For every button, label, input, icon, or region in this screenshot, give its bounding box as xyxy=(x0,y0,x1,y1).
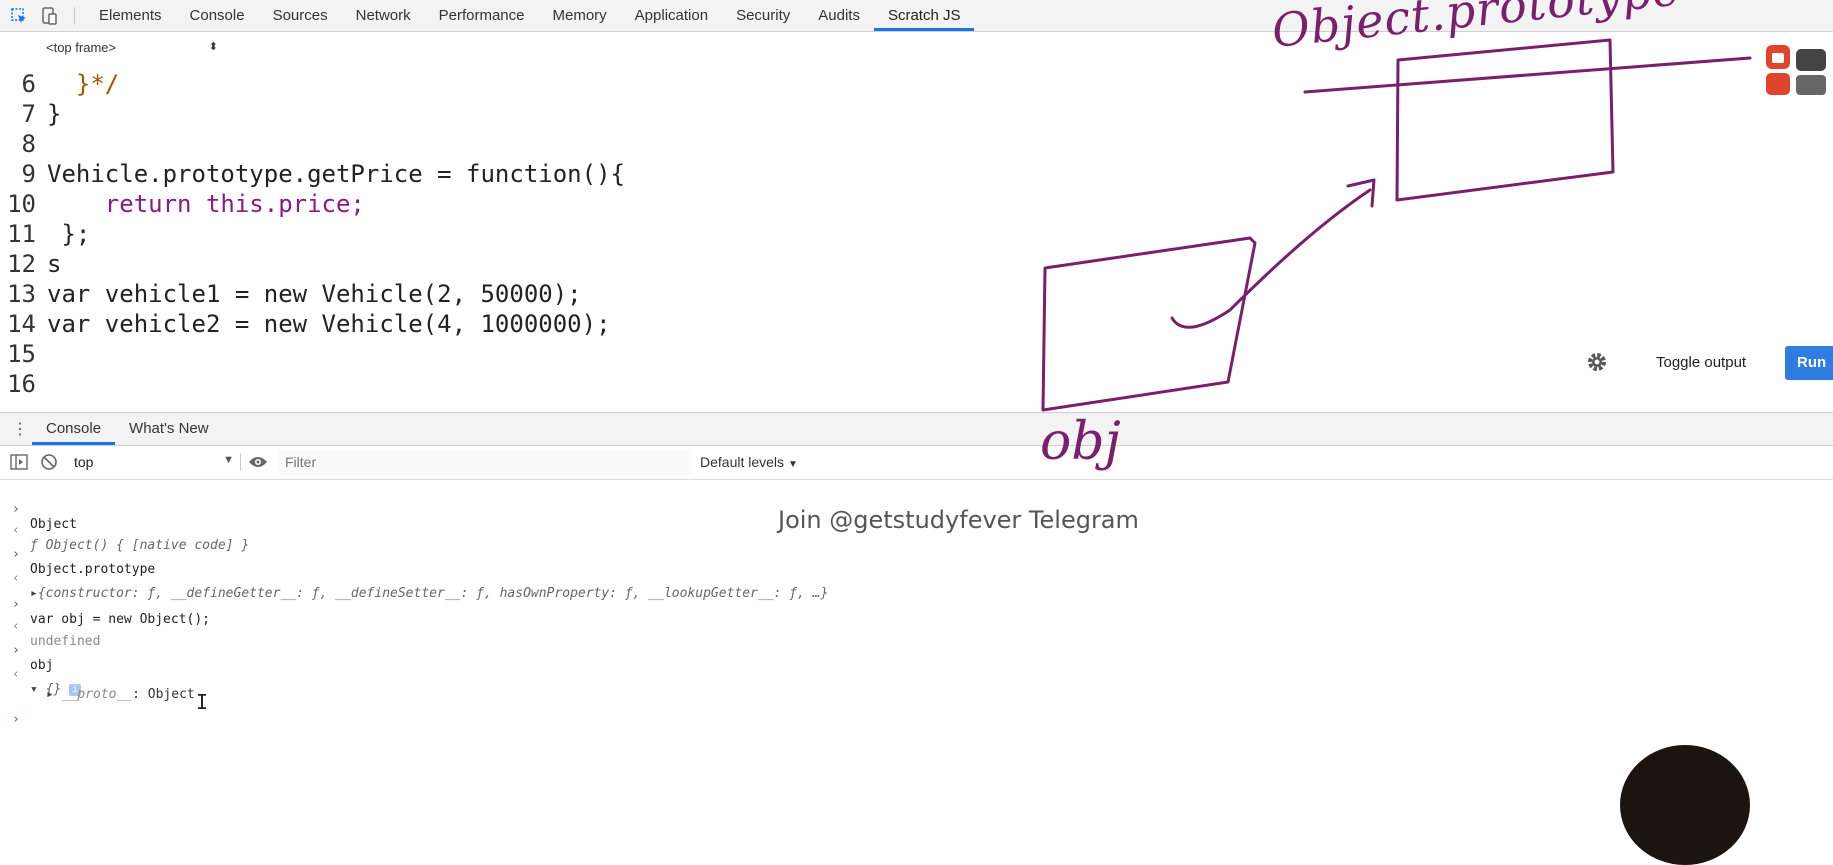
collapse-triangle-icon[interactable]: ▾ xyxy=(30,682,38,697)
frame-selector-value: <top frame> xyxy=(46,40,117,55)
tab-sources[interactable]: Sources xyxy=(259,0,342,31)
link-arrow xyxy=(1170,188,1372,329)
code-text: var vehicle2 = new Vehicle(4, 1000000); xyxy=(47,310,611,338)
gear-icon[interactable] xyxy=(1585,350,1611,376)
frame-selector[interactable]: <top frame> ⬍ xyxy=(46,40,218,55)
link-arrowhead xyxy=(1346,178,1376,208)
console-prompt-line[interactable]: › xyxy=(0,697,20,742)
presenter-avatar xyxy=(1620,745,1750,865)
code-line: 6 }*/ xyxy=(0,70,120,100)
console-input-text: Object.prototype xyxy=(30,562,156,577)
tab-memory[interactable]: Memory xyxy=(539,0,621,31)
code-line: 10 return this.price; xyxy=(0,190,365,220)
toolbar-divider xyxy=(240,453,241,471)
code-line: 11 }; xyxy=(0,220,90,250)
run-button[interactable]: Run xyxy=(1785,346,1833,380)
code-text: var vehicle1 = new Vehicle(2, 50000); xyxy=(47,280,582,308)
console-input-text: Object xyxy=(30,517,77,532)
code-line: 14 var vehicle2 = new Vehicle(4, 1000000)… xyxy=(0,310,611,340)
context-selector[interactable]: top ▼ xyxy=(74,454,234,470)
code-line: 13 var vehicle1 = new Vehicle(2, 50000); xyxy=(0,280,582,310)
prototype-box xyxy=(1395,38,1615,202)
line-number: 13 xyxy=(7,280,36,308)
expand-triangle-icon[interactable]: ▸ xyxy=(30,586,38,601)
code-line: 8 xyxy=(0,130,47,160)
code-line: 15 xyxy=(0,340,47,370)
tab-performance[interactable]: Performance xyxy=(425,0,539,31)
device-toolbar-icon[interactable] xyxy=(38,5,60,27)
prototype-underline xyxy=(1303,56,1752,94)
console-toolbar: top ▼ Default levels ▼ xyxy=(0,445,1833,480)
dropdown-arrow-icon: ▼ xyxy=(223,454,234,466)
log-levels-label: Default levels xyxy=(700,454,785,470)
line-number: 7 xyxy=(21,100,36,128)
tab-console[interactable]: Console xyxy=(176,0,259,31)
log-levels-dropdown[interactable]: Default levels ▼ xyxy=(700,454,798,470)
filter-input[interactable] xyxy=(279,449,692,475)
line-number: 14 xyxy=(7,310,36,338)
tab-scratch-js[interactable]: Scratch JS xyxy=(873,0,975,31)
watermark-text: Join @getstudyfever Telegram xyxy=(778,506,1139,534)
console-result-text: undefined xyxy=(30,634,101,649)
line-number: 9 xyxy=(21,160,36,188)
line-number: 12 xyxy=(7,250,36,278)
tab-network[interactable]: Network xyxy=(342,0,425,31)
proto-value: : Object xyxy=(132,687,195,702)
more-options-icon[interactable]: ⋮ xyxy=(8,419,32,439)
updown-arrow-icon: ⬍ xyxy=(208,41,218,53)
code-text: } xyxy=(47,100,62,128)
console-object-preview[interactable]: ▸{constructor: ƒ, __defineGetter__: ƒ, _… xyxy=(30,586,828,601)
code-text: s xyxy=(47,250,62,278)
inspect-element-icon[interactable] xyxy=(8,5,30,27)
obj-box xyxy=(1041,236,1257,412)
tab-audits[interactable]: Audits xyxy=(804,0,874,31)
input-chevron-icon: › xyxy=(12,712,20,727)
line-number: 8 xyxy=(21,130,36,158)
tab-application[interactable]: Application xyxy=(621,0,722,31)
line-number: 11 xyxy=(7,220,36,248)
code-text: }; xyxy=(47,220,91,248)
line-number: 16 xyxy=(7,370,36,398)
code-line: 7} xyxy=(0,100,62,130)
line-number: 6 xyxy=(21,70,36,98)
console-input-text: var obj = new Object(); xyxy=(30,612,211,627)
code-text: }*/ xyxy=(47,70,120,98)
proto-property[interactable]: ▸ __proto__: Object xyxy=(46,687,195,702)
channel-logo xyxy=(1762,45,1833,97)
tab-elements[interactable]: Elements xyxy=(85,0,176,31)
code-line: 9 Vehicle.prototype.getPrice = function()… xyxy=(0,160,625,190)
toggle-output-button[interactable]: Toggle output xyxy=(1646,347,1756,379)
drawer-tab-console[interactable]: Console xyxy=(32,413,116,445)
text-cursor-icon: I xyxy=(196,690,209,714)
line-number: 15 xyxy=(7,340,36,368)
object-preview-text: {constructor: ƒ, __defineGetter__: ƒ, __… xyxy=(37,586,829,601)
expand-triangle-icon[interactable]: ▸ xyxy=(46,687,54,702)
obj-annotation: obj xyxy=(1040,412,1121,472)
eye-icon[interactable] xyxy=(247,451,269,473)
tabbar-divider xyxy=(74,6,75,25)
proto-key: __proto__ xyxy=(61,687,133,702)
code-line: 12 s xyxy=(0,250,61,280)
line-number: 10 xyxy=(7,190,36,218)
sidebar-toggle-icon[interactable] xyxy=(8,451,30,473)
code-line: 16 xyxy=(0,370,47,400)
drawer-tab-whats-new[interactable]: What's New xyxy=(115,413,223,445)
console-input-text: obj xyxy=(30,658,54,673)
code-text: Vehicle.prototype.getPrice = function(){ xyxy=(47,160,625,188)
drawer-tabbar: ⋮ Console What's New xyxy=(0,412,1833,446)
context-value: top xyxy=(74,454,94,470)
code-text: return this.price; xyxy=(47,190,365,218)
console-result-text: ƒ Object() { [native code] } xyxy=(30,538,250,553)
tab-security[interactable]: Security xyxy=(722,0,804,31)
clear-console-icon[interactable] xyxy=(38,451,60,473)
dropdown-arrow-icon: ▼ xyxy=(787,459,798,470)
